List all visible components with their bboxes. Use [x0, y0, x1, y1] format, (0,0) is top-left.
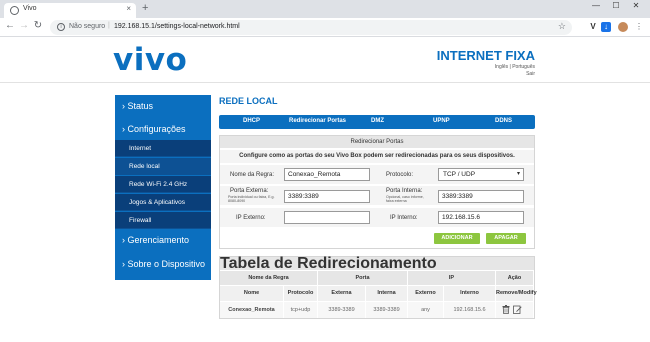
url-text[interactable]: 192.168.15.1/settings-local-network.html	[114, 23, 240, 30]
close-tab-icon[interactable]: ×	[126, 4, 131, 13]
rule-name-input[interactable]: Conexao_Remota	[284, 168, 370, 181]
group-header-acao: Ação	[496, 271, 534, 285]
external-ip-label: IP Externo:	[236, 215, 266, 221]
cell-port-internal: 3389-3389	[366, 302, 408, 318]
port-forward-form: Redirecionar Portas Configure como as po…	[219, 135, 535, 249]
sidebar-sub-rede-local[interactable]: Rede local	[115, 158, 211, 175]
back-arrow-icon[interactable]: ←	[4, 20, 16, 31]
col-header-ip-externo: Externo	[408, 286, 444, 301]
sidebar-item-gerenciamento[interactable]: › Gerenciamento	[115, 235, 211, 245]
add-button[interactable]: ADICIONAR	[434, 233, 480, 244]
logout-link[interactable]: Sair	[526, 71, 535, 77]
address-bar[interactable]: i Não seguro | 192.168.15.1/settings-loc…	[50, 20, 572, 35]
header-divider	[0, 82, 650, 83]
sidebar-sub-internet[interactable]: Internet	[115, 140, 211, 157]
protocol-label: Protocolo:	[386, 172, 414, 178]
star-icon[interactable]: ☆	[558, 21, 566, 32]
col-header-porta-interna: Interna	[366, 286, 408, 301]
table-title: Tabela de Redirecionamento	[220, 256, 534, 272]
table-header-row: Nome Protocolo Externa Interna Externo I…	[220, 286, 537, 301]
internal-port-label: Porta Interna:	[386, 188, 423, 194]
edit-icon[interactable]	[513, 305, 522, 314]
protocol-select[interactable]: TCP / UDP ▾	[438, 168, 524, 181]
extension-download-icon[interactable]: ↓	[601, 22, 611, 32]
redirect-table: Tabela de Redirecionamento Nome da Regra…	[219, 256, 537, 319]
group-header-nome: Nome da Regra	[220, 271, 318, 285]
profile-avatar-icon[interactable]	[618, 22, 628, 32]
col-header-ip-interno: Interno	[444, 286, 496, 301]
internal-ip-input[interactable]: 192.168.15.6	[438, 211, 524, 224]
sidebar-item-configuracoes[interactable]: › Configurações	[115, 124, 211, 134]
page-title: REDE LOCAL	[219, 96, 278, 106]
col-header-nome: Nome	[220, 286, 284, 301]
cell-port-external: 3389-3389	[318, 302, 366, 318]
language-switcher[interactable]: Inglês | Português	[495, 64, 535, 70]
sidebar: › Status › Configurações Internet Rede l…	[115, 95, 211, 280]
table-row: Conexao_Remota tcp+udp 3389-3389 3389-33…	[220, 302, 534, 318]
browser-tab[interactable]: Vivo ×	[4, 3, 136, 18]
menu-dots-icon[interactable]: ⋮	[634, 22, 644, 32]
extension-v-icon[interactable]: V	[588, 22, 598, 32]
external-port-label: Porta Externa:	[230, 188, 269, 194]
url-separator: |	[108, 22, 110, 29]
trash-icon[interactable]	[502, 305, 510, 314]
protocol-value: TCP / UDP	[443, 171, 476, 178]
reload-icon[interactable]: ↻	[32, 20, 44, 31]
rule-name-label: Nome da Regra:	[230, 172, 275, 178]
cell-actions	[496, 302, 534, 318]
tab-title: Vivo	[23, 5, 37, 12]
tab-ddns[interactable]: DDNS	[495, 118, 512, 124]
tab-dhcp[interactable]: DHCP	[243, 118, 260, 124]
cell-name: Conexao_Remota	[220, 302, 284, 318]
security-status: Não seguro	[69, 23, 106, 30]
tab-upnp[interactable]: UPNP	[433, 118, 450, 124]
col-header-remove-modify: Remove/Modify	[496, 286, 537, 301]
globe-icon	[10, 6, 19, 15]
external-ip-input[interactable]	[284, 211, 370, 224]
chevron-down-icon: ▾	[516, 171, 520, 177]
internal-port-input[interactable]: 3389:3389	[438, 190, 524, 203]
group-header-porta: Porta	[318, 271, 408, 285]
browser-toolbar: ← → ↻ i Não seguro | 192.168.15.1/settin…	[0, 18, 650, 37]
subtab-bar: DHCP Redirecionar Portas DMZ UPNP DDNS	[219, 115, 535, 129]
col-header-protocolo: Protocolo	[284, 286, 318, 301]
group-header-ip: IP	[408, 271, 496, 285]
tab-dmz[interactable]: DMZ	[371, 118, 384, 124]
sidebar-sub-jogos[interactable]: Jogos & Aplicativos	[115, 194, 211, 211]
minimize-button[interactable]: —	[586, 1, 606, 10]
internal-ip-label: IP Interno:	[390, 215, 418, 221]
new-tab-button[interactable]: +	[142, 2, 148, 14]
form-title: Redirecionar Portas	[220, 136, 534, 148]
col-header-porta-externa: Externa	[318, 286, 366, 301]
cell-protocol: tcp+udp	[284, 302, 318, 318]
sidebar-item-sobre[interactable]: › Sobre o Dispositivo	[115, 259, 211, 269]
maximize-button[interactable]: ☐	[606, 1, 626, 10]
form-description: Configure como as portas do seu Vivo Box…	[220, 150, 534, 163]
cell-ip-internal: 192.168.15.6	[444, 302, 496, 318]
internal-port-hint: Opcional, caso informe, faixa externa	[386, 195, 424, 204]
forward-arrow-icon[interactable]: →	[18, 20, 30, 31]
cell-ip-external: any	[408, 302, 444, 318]
tab-redirecionar-portas[interactable]: Redirecionar Portas	[289, 118, 346, 124]
external-port-hint: Porta individual ou faixa, E.g. 8080-809…	[228, 195, 275, 204]
table-group-header: Nome da Regra Porta IP Ação	[220, 271, 534, 285]
info-icon[interactable]: i	[57, 23, 65, 31]
vivo-logo[interactable]: vivo	[113, 42, 187, 78]
clear-button[interactable]: APAGAR	[486, 233, 526, 244]
product-title: INTERNET FIXA	[436, 48, 535, 63]
sidebar-item-status[interactable]: › Status	[115, 101, 211, 111]
browser-tabbar: Vivo × + — ☐ ✕	[0, 0, 650, 18]
sidebar-sub-wifi[interactable]: Rede Wi-Fi 2.4 GHz	[115, 176, 211, 193]
sidebar-sub-firewall[interactable]: Firewall	[115, 212, 211, 229]
close-window-button[interactable]: ✕	[626, 1, 646, 10]
external-port-input[interactable]: 3389:3389	[284, 190, 370, 203]
